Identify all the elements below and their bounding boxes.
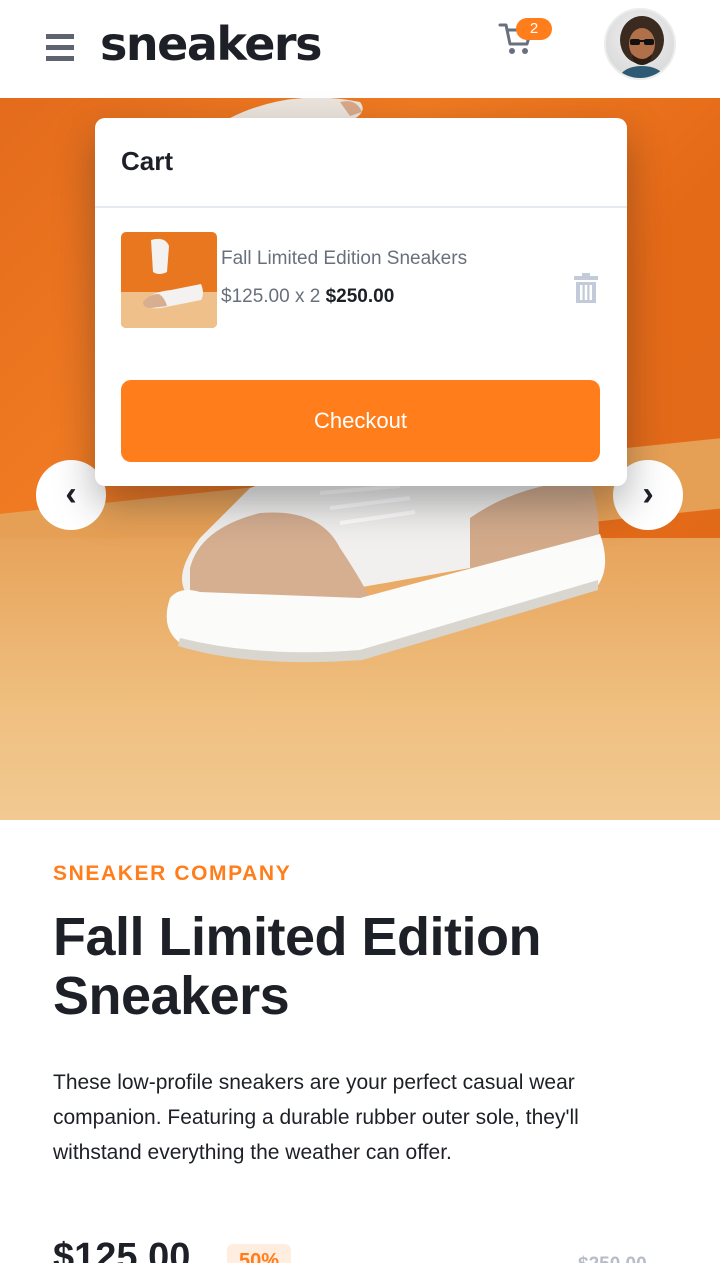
cart-item-price-line: $125.00 x 2 $250.00 (221, 286, 394, 308)
logo[interactable]: sneakers (100, 14, 323, 74)
cart-item-total: $250.00 (325, 286, 395, 307)
header: sneakers 2 (0, 0, 720, 98)
cart-count-badge: 2 (516, 18, 552, 40)
cart-divider (95, 206, 627, 208)
cart-popup: Cart Fall Limited Edition Sneakers $125.… (95, 118, 627, 486)
company-name: SNEAKER COMPANY (53, 862, 292, 885)
cart-item-unit-price: $125.00 x 2 (221, 286, 321, 307)
chevron-right-icon: › (642, 475, 654, 513)
original-price: $250.00 (578, 1254, 647, 1263)
checkout-button[interactable]: Checkout (121, 380, 600, 462)
trash-icon (574, 273, 598, 303)
delete-item-button[interactable] (573, 273, 599, 303)
cart-button[interactable]: 2 (498, 18, 554, 62)
cart-item-thumbnail (121, 232, 217, 328)
product-description: These low-profile sneakers are your perf… (53, 1071, 579, 1164)
avatar[interactable] (604, 8, 676, 80)
cart-item-name: Fall Limited Edition Sneakers (221, 248, 468, 269)
discount-badge: 50% (227, 1244, 292, 1263)
chevron-left-icon: ‹ (65, 475, 77, 513)
current-price: $125.00 (53, 1236, 191, 1263)
cart-title: Cart (121, 146, 174, 176)
product-title: Fall Limited Edition Sneakers (53, 907, 542, 1026)
product-page: sneakers 2 ‹ › Cart Fall Limited Edition… (0, 0, 720, 1263)
menu-icon[interactable] (46, 34, 74, 61)
